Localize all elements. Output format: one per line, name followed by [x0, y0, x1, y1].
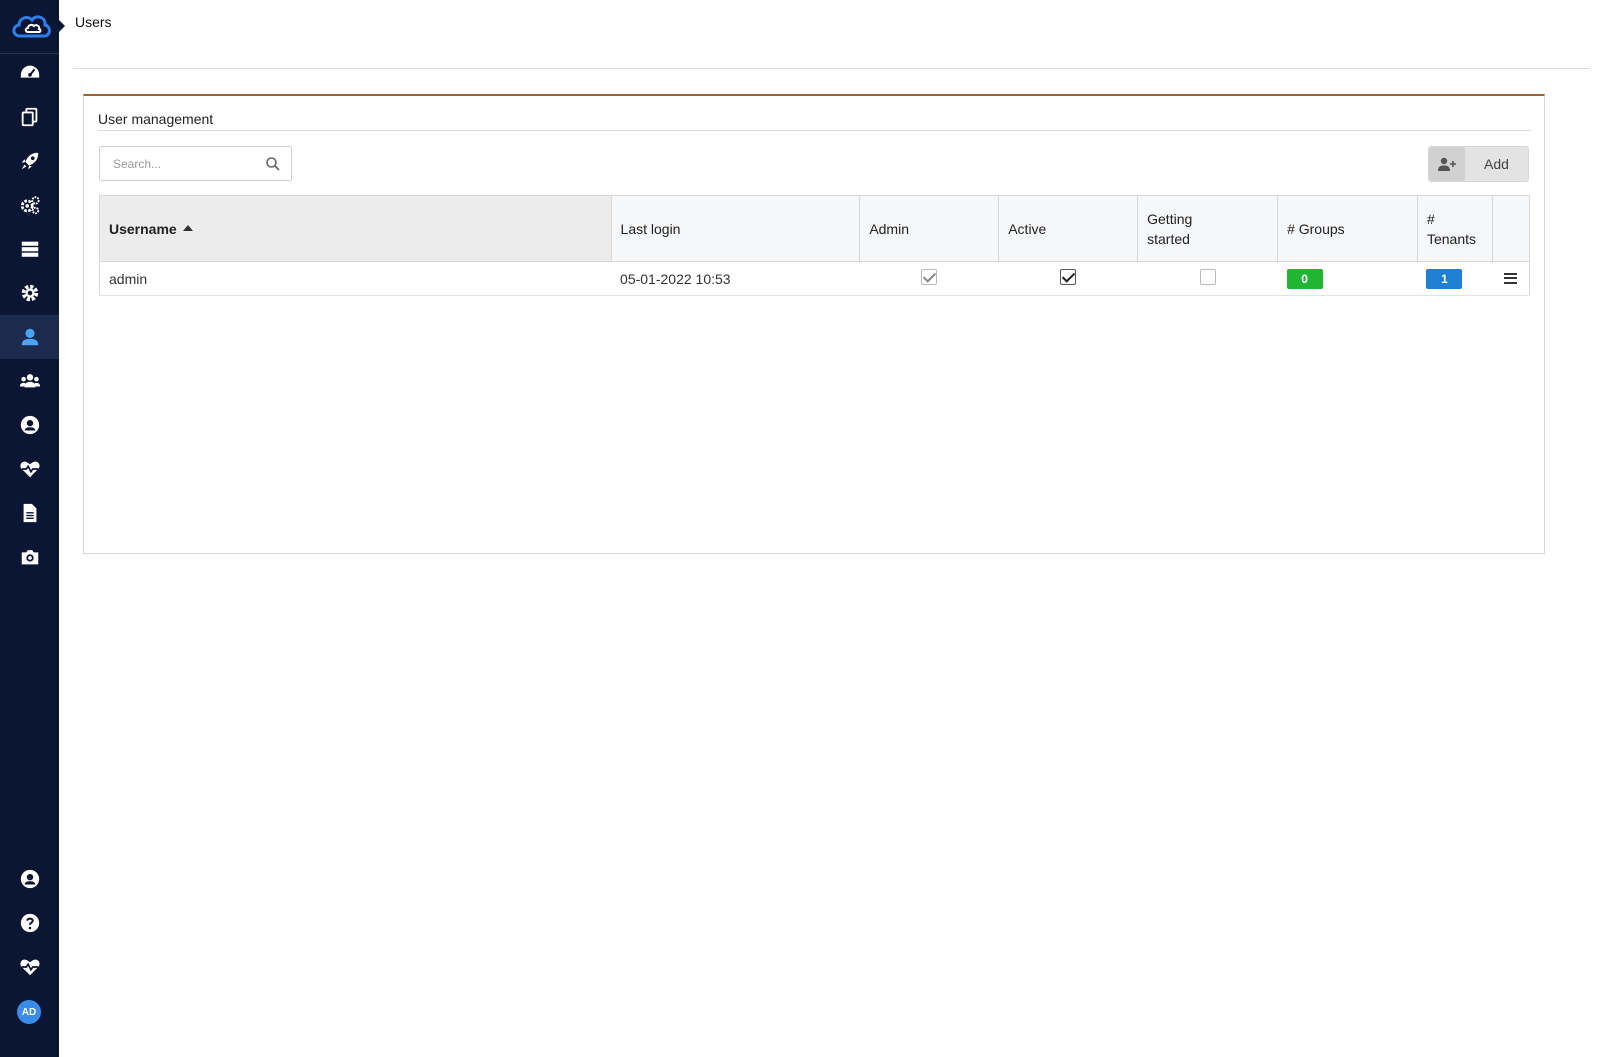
column-header-tenants[interactable]: # Tenants — [1417, 195, 1493, 262]
column-header-groups[interactable]: # Groups — [1277, 195, 1418, 262]
sidebar-item-documents[interactable] — [0, 491, 59, 535]
user-circle-icon — [20, 869, 39, 889]
sidebar-item-help[interactable] — [0, 901, 59, 945]
sidebar-item-servers[interactable] — [0, 227, 59, 271]
search-icon[interactable] — [265, 156, 281, 172]
groups-count-badge[interactable]: 0 — [1286, 268, 1323, 289]
server-icon — [21, 241, 38, 257]
sidebar-item-dashboard[interactable] — [0, 51, 59, 95]
sidebar-item-users[interactable] — [0, 315, 59, 359]
dashboard-icon — [20, 65, 39, 78]
panel-title: User management — [98, 111, 214, 127]
sidebar-item-health[interactable] — [0, 447, 59, 491]
column-header-active[interactable]: Active — [998, 195, 1139, 262]
add-user-button[interactable]: Add — [1428, 146, 1529, 182]
breadcrumb: Users — [75, 14, 112, 30]
sidebar: AD — [0, 0, 65, 1057]
rocket-icon — [21, 152, 38, 170]
cell-tenants: 1 — [1417, 261, 1493, 296]
heartbeat-icon — [19, 461, 40, 478]
logo-caret — [59, 20, 65, 32]
sidebar-item-copy[interactable] — [0, 95, 59, 139]
cell-groups: 0 — [1277, 261, 1418, 296]
panel-divider — [98, 130, 1531, 131]
user-circle-icon — [20, 415, 39, 435]
document-icon — [23, 503, 36, 523]
cogs-icon — [20, 196, 40, 215]
table-row[interactable]: admin 05-01-2022 10:53 0 1 — [99, 261, 1530, 296]
sidebar-item-settings[interactable] — [0, 271, 59, 315]
cell-active — [998, 261, 1138, 296]
cell-getting-started — [1137, 261, 1278, 296]
column-header-getting-started[interactable]: Getting started — [1137, 195, 1279, 262]
heartbeat-icon — [19, 959, 40, 976]
row-menu-icon[interactable] — [1504, 272, 1518, 284]
sidebar-item-account[interactable] — [0, 857, 59, 901]
sidebar-item-status[interactable] — [0, 945, 59, 989]
avatar[interactable]: AD — [17, 1000, 41, 1024]
column-header-admin[interactable]: Admin — [859, 195, 1000, 262]
admin-checkbox — [921, 269, 938, 285]
add-user-label: Add — [1484, 156, 1509, 172]
tenants-count-badge[interactable]: 1 — [1426, 268, 1463, 289]
column-header-last-login[interactable]: Last login — [611, 195, 861, 262]
header-divider — [73, 68, 1590, 69]
user-icon — [21, 328, 38, 346]
column-header-username[interactable]: Username — [99, 195, 612, 262]
column-header-label: Username — [109, 220, 177, 237]
search-input[interactable] — [100, 148, 260, 179]
cell-username[interactable]: admin — [99, 261, 612, 296]
cell-admin — [859, 261, 999, 296]
column-header-label: Getting started — [1147, 210, 1193, 247]
add-user-icon — [1429, 147, 1465, 181]
user-management-panel: User management Add Username Last login … — [83, 94, 1545, 554]
help-icon — [20, 913, 39, 933]
cell-last-login: 05-01-2022 10:53 — [611, 261, 860, 296]
users-icon — [19, 374, 40, 388]
column-header-actions — [1492, 195, 1530, 262]
sort-ascending-icon — [182, 224, 193, 231]
cloud-logo-icon[interactable] — [0, 0, 59, 54]
sidebar-item-snapshots[interactable] — [0, 535, 59, 579]
sidebar-item-deploy[interactable] — [0, 139, 59, 183]
sidebar-item-services[interactable] — [0, 183, 59, 227]
cell-actions — [1492, 261, 1530, 296]
copy-icon — [21, 107, 37, 127]
sidebar-item-profile[interactable] — [0, 403, 59, 447]
table-header-row: Username Last login Admin Active Getting… — [99, 195, 1530, 262]
active-checkbox[interactable] — [1060, 269, 1077, 285]
search-box — [99, 146, 292, 181]
getting-started-checkbox[interactable] — [1199, 269, 1216, 285]
gear-icon — [21, 284, 38, 302]
sidebar-item-groups[interactable] — [0, 359, 59, 403]
users-table: Username Last login Admin Active Getting… — [99, 195, 1530, 296]
camera-icon — [21, 550, 38, 565]
